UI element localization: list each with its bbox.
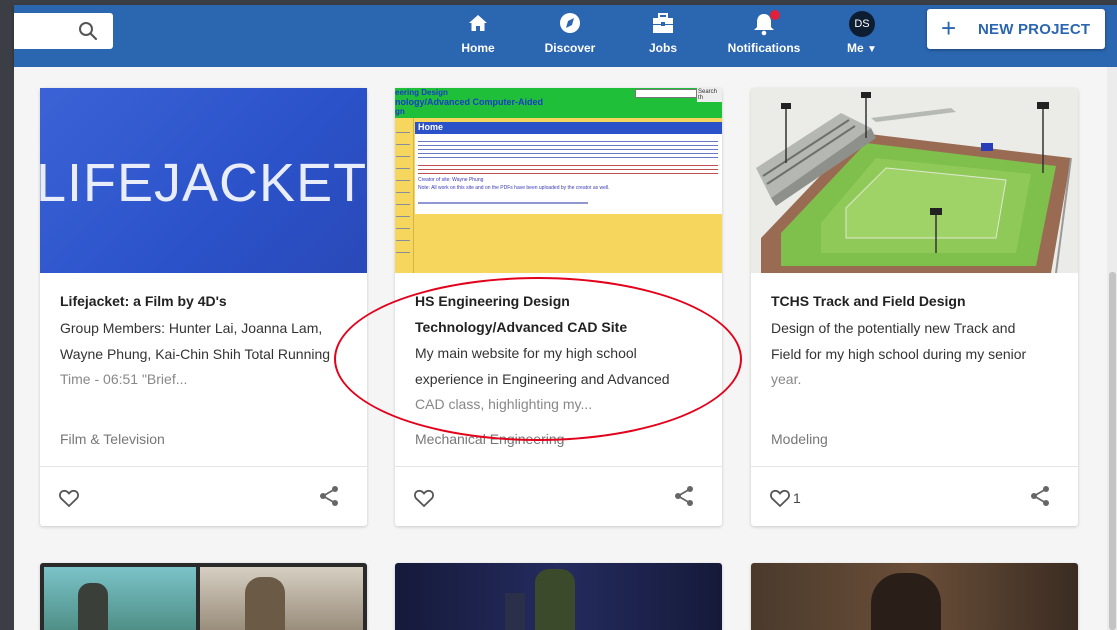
- search-input[interactable]: [14, 13, 113, 49]
- thumbnail-figure: [871, 573, 941, 630]
- description-line: My main website for my high school: [415, 345, 637, 361]
- project-category[interactable]: Film & Television: [60, 431, 165, 447]
- like-count: 1: [793, 490, 801, 506]
- nav-discover[interactable]: Discover: [537, 9, 603, 57]
- site-home-bar: [415, 122, 722, 134]
- nav-home-label: Home: [461, 41, 495, 55]
- site-home-heading: Home: [418, 122, 444, 132]
- project-thumbnail[interactable]: [40, 563, 367, 630]
- new-project-button[interactable]: + NEW PROJECT: [927, 9, 1105, 49]
- new-project-label: NEW PROJECT: [978, 21, 1091, 38]
- project-title[interactable]: Lifejacket: a Film by 4D's: [60, 288, 350, 314]
- site-text-block: [418, 138, 718, 158]
- nav-me[interactable]: DS Me ▼: [837, 9, 887, 57]
- description-line: Design of the potentially new Track and: [771, 320, 1016, 336]
- project-card[interactable]: eering Design nology/Advanced Computer-A…: [395, 88, 722, 526]
- project-thumbnail[interactable]: [751, 88, 1078, 273]
- avatar[interactable]: DS: [849, 11, 875, 37]
- site-header-bar: eering Design nology/Advanced Computer-A…: [395, 88, 722, 118]
- description-line: Field for my high school during my senio…: [771, 345, 1027, 362]
- project-description: My main website for my high school exper…: [415, 341, 707, 418]
- project-title-line: Technology/Advanced CAD Site: [415, 319, 628, 335]
- share-icon[interactable]: [317, 484, 341, 508]
- briefcase-icon: [653, 13, 673, 33]
- description-line-faded: CAD class, highlighting my...: [415, 396, 593, 412]
- project-card[interactable]: [751, 563, 1078, 630]
- project-thumbnail[interactable]: eering Design nology/Advanced Computer-A…: [395, 88, 722, 273]
- thumbnail-figure: [535, 569, 575, 630]
- project-title-line: HS Engineering Design: [415, 293, 570, 309]
- site-footer-links: [418, 202, 588, 204]
- site-creator-line: Creator of site: Wayne Phung: [418, 177, 484, 183]
- site-content: Home Creator of site: Wayne Phung Note: …: [415, 122, 722, 214]
- share-icon[interactable]: [672, 484, 696, 508]
- description-line: Group Members: Hunter Lai, Joanna Lam,: [60, 320, 323, 336]
- project-card[interactable]: [40, 563, 367, 630]
- project-card[interactable]: TCHS Track and Field Design Design of th…: [751, 88, 1078, 526]
- site-search-field: [635, 89, 697, 98]
- project-thumbnail[interactable]: [395, 563, 722, 630]
- project-description: Group Members: Hunter Lai, Joanna Lam, W…: [60, 316, 352, 393]
- share-icon[interactable]: [1028, 484, 1052, 508]
- heart-icon[interactable]: [768, 486, 792, 510]
- site-sidebar: [395, 118, 414, 273]
- thumbnail-figure: [505, 593, 525, 630]
- project-title[interactable]: HS Engineering Design Technology/Advance…: [415, 288, 705, 340]
- caret-down-icon: ▼: [867, 44, 877, 55]
- project-card[interactable]: LIFEJACKET Lifejacket: a Film by 4D's Gr…: [40, 88, 367, 526]
- description-line: experience in Engineering and Advanced: [415, 370, 670, 387]
- notification-badge-dot: [770, 10, 780, 20]
- plus-icon: +: [941, 13, 957, 43]
- nav-home[interactable]: Home: [451, 9, 505, 57]
- site-search-button: Search th: [697, 88, 722, 102]
- project-category[interactable]: Modeling: [771, 431, 828, 447]
- project-description: Design of the potentially new Track and …: [771, 316, 1063, 393]
- heart-icon[interactable]: [412, 486, 436, 510]
- card-divider: [40, 466, 367, 467]
- bell-icon: [754, 14, 774, 36]
- project-category[interactable]: Mechanical Engineering: [415, 431, 564, 447]
- stadium-model-image: [751, 88, 1078, 273]
- project-card[interactable]: [395, 563, 722, 630]
- card-divider: [395, 466, 722, 467]
- site-header-line: gn: [395, 107, 405, 116]
- thumbnail-title-text: LIFEJACKET: [40, 153, 367, 213]
- nav-jobs[interactable]: Jobs: [638, 9, 688, 57]
- site-sidebar-links: [396, 126, 410, 256]
- poster-figure: [78, 583, 108, 630]
- site-header-line: eering Design: [395, 88, 448, 97]
- site-creator-line: Note: All work on this site and on the P…: [418, 185, 610, 191]
- nav-me-text: Me: [847, 41, 864, 55]
- nav-notifications-label: Notifications: [727, 41, 801, 55]
- compass-icon: [560, 13, 580, 33]
- description-line-faded: year.: [771, 371, 802, 387]
- site-text-block: [418, 162, 718, 174]
- description-line-faded: Time - 06:51 "Brief...: [60, 371, 188, 387]
- project-thumbnail[interactable]: [751, 563, 1078, 630]
- nav-discover-label: Discover: [544, 41, 596, 55]
- description-line: Wayne Phung, Kai-Chin Shih Total Running: [60, 345, 331, 362]
- site-header-line: nology/Advanced Computer-Aided: [395, 97, 544, 107]
- project-title[interactable]: TCHS Track and Field Design: [771, 288, 1061, 314]
- nav-notifications[interactable]: Notifications: [720, 9, 808, 57]
- top-navbar: Home Discover Jobs Notifications DS Me ▼…: [14, 5, 1117, 67]
- home-icon: [469, 15, 487, 31]
- scrollbar-thumb[interactable]: [1109, 272, 1116, 630]
- nav-me-label: Me ▼: [837, 41, 887, 55]
- poster-left: [44, 567, 196, 630]
- window-frame-left: [0, 0, 14, 630]
- heart-icon[interactable]: [57, 486, 81, 510]
- poster-figure: [245, 577, 285, 630]
- search-icon[interactable]: [78, 21, 98, 41]
- project-thumbnail[interactable]: LIFEJACKET: [40, 88, 367, 273]
- nav-jobs-label: Jobs: [648, 41, 677, 55]
- card-divider: [751, 466, 1078, 467]
